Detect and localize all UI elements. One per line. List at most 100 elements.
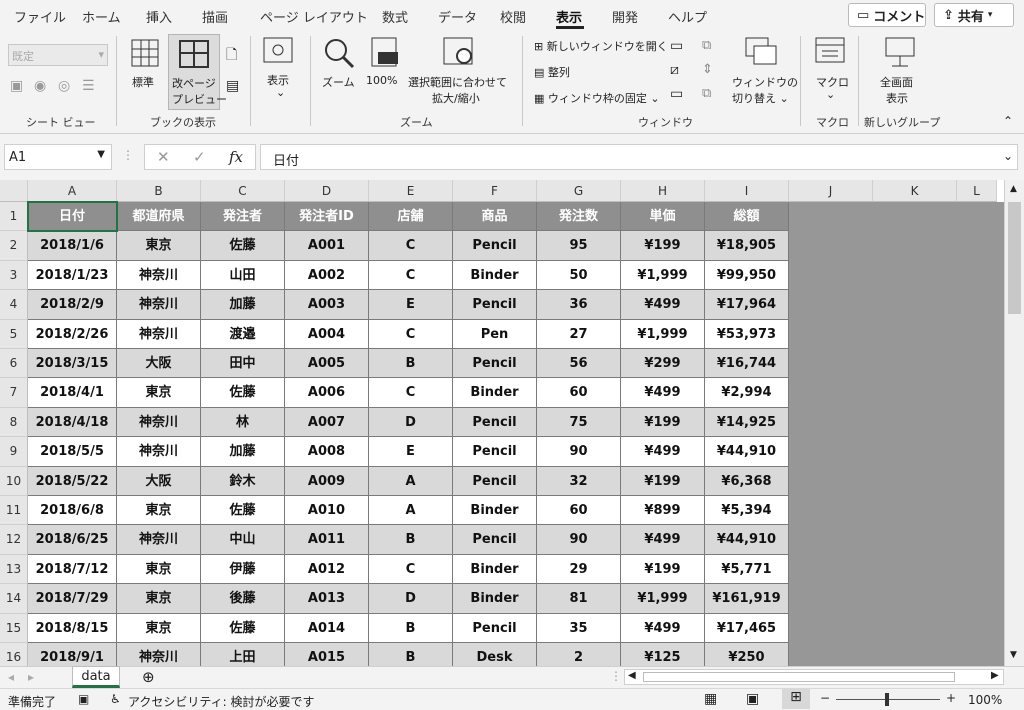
table-cell[interactable]: 渡邉 — [201, 319, 285, 349]
table-cell[interactable]: 神奈川 — [117, 437, 201, 467]
share-button[interactable]: ⇪ 共有 ▾ — [934, 3, 1014, 27]
row-header-3[interactable]: 3 — [0, 260, 28, 291]
zoom-level[interactable]: 100% — [968, 693, 1002, 707]
column-header-A[interactable]: A — [28, 180, 117, 202]
save-view-icon[interactable]: ▣ — [10, 78, 23, 94]
tab-home[interactable]: ホーム — [82, 7, 121, 26]
zoom-100-button[interactable] — [370, 36, 402, 70]
table-cell[interactable]: Pencil — [453, 466, 537, 496]
table-cell[interactable]: 中山 — [201, 525, 285, 555]
table-cell[interactable]: 2018/2/9 — [28, 290, 117, 320]
table-cell[interactable]: ¥44,910 — [705, 525, 789, 555]
zoom-icon[interactable] — [322, 36, 356, 70]
table-cell[interactable]: ¥17,465 — [705, 613, 789, 643]
table-cell[interactable]: 加藤 — [201, 437, 285, 467]
table-cell[interactable]: 2018/5/22 — [28, 466, 117, 496]
sheet-view-dropdown[interactable]: 既定 ▾ — [8, 44, 108, 66]
row-header-11[interactable]: 11 — [0, 496, 28, 526]
row-header-8[interactable]: 8 — [0, 407, 28, 438]
table-cell[interactable]: Binder — [453, 378, 537, 408]
table-header-cell[interactable]: 発注者ID — [285, 202, 369, 232]
table-cell[interactable]: Pencil — [453, 613, 537, 643]
table-cell[interactable]: ¥199 — [621, 466, 705, 496]
table-cell[interactable]: Pencil — [453, 349, 537, 379]
column-header-G[interactable]: G — [537, 180, 621, 202]
table-cell[interactable]: 神奈川 — [117, 260, 201, 291]
table-cell[interactable]: ¥125 — [621, 643, 705, 666]
table-cell[interactable]: A013 — [285, 584, 369, 614]
table-cell[interactable]: 2 — [537, 643, 621, 666]
table-cell[interactable]: 90 — [537, 437, 621, 467]
table-cell[interactable]: E — [369, 290, 453, 320]
table-cell[interactable]: 27 — [537, 319, 621, 349]
worksheet-grid[interactable]: ABCDEFGHIJKL 1 2 3 4 5 6 7 8 9 10 11 12 13 14 15 16 日付都… — [0, 180, 1004, 666]
collapse-ribbon-icon[interactable]: ⌃ — [1003, 114, 1013, 128]
table-cell[interactable]: Binder — [453, 554, 537, 585]
scroll-up-icon[interactable]: ▲ — [1010, 184, 1017, 194]
table-cell[interactable]: A009 — [285, 466, 369, 496]
vertical-scroll-thumb[interactable] — [1008, 202, 1021, 314]
table-cell[interactable]: C — [369, 378, 453, 408]
row-header-5[interactable]: 5 — [0, 319, 28, 349]
table-cell[interactable]: 35 — [537, 613, 621, 643]
sheet-tab-data[interactable]: data — [72, 666, 120, 688]
table-cell[interactable]: 佐藤 — [201, 378, 285, 408]
table-cell[interactable]: A006 — [285, 378, 369, 408]
zoom-out-icon[interactable]: − — [820, 691, 830, 705]
row-header-15[interactable]: 15 — [0, 613, 28, 643]
column-header-E[interactable]: E — [369, 180, 453, 202]
table-cell[interactable]: ¥1,999 — [621, 584, 705, 614]
view-side-by-side-icon[interactable]: ⧉ — [702, 38, 711, 53]
table-cell[interactable]: 75 — [537, 407, 621, 438]
row-header-16[interactable]: 16 — [0, 643, 28, 666]
table-cell[interactable]: ¥499 — [621, 290, 705, 320]
table-cell[interactable]: D — [369, 407, 453, 438]
table-cell[interactable]: Binder — [453, 584, 537, 614]
row-header-4[interactable]: 4 — [0, 290, 28, 320]
formula-input[interactable]: 日付 ⌄ — [260, 144, 1018, 170]
table-cell[interactable]: 神奈川 — [117, 290, 201, 320]
table-cell[interactable]: 東京 — [117, 378, 201, 408]
tab-insert[interactable]: 挿入 — [146, 7, 172, 26]
table-cell[interactable]: ¥99,950 — [705, 260, 789, 291]
column-header-C[interactable]: C — [201, 180, 285, 202]
table-cell[interactable]: ¥14,925 — [705, 407, 789, 438]
exit-view-icon[interactable]: ◉ — [34, 78, 46, 94]
table-cell[interactable]: 東京 — [117, 554, 201, 585]
zoom-slider-thumb[interactable] — [885, 693, 889, 706]
table-cell[interactable]: ¥199 — [621, 231, 705, 261]
table-cell[interactable]: B — [369, 525, 453, 555]
table-cell[interactable]: 2018/8/15 — [28, 613, 117, 643]
table-cell[interactable]: 鈴木 — [201, 466, 285, 496]
table-cell[interactable]: A012 — [285, 554, 369, 585]
table-cell[interactable]: 2018/2/26 — [28, 319, 117, 349]
table-cell[interactable]: Binder — [453, 496, 537, 526]
table-cell[interactable]: 佐藤 — [201, 496, 285, 526]
zoom-to-selection-icon[interactable] — [442, 36, 478, 70]
prev-sheet-icon[interactable]: ◂ — [8, 670, 14, 684]
table-cell[interactable]: 大阪 — [117, 349, 201, 379]
table-cell[interactable]: B — [369, 613, 453, 643]
reset-window-icon[interactable]: ⧉ — [702, 86, 711, 101]
tab-file[interactable]: ファイル — [14, 7, 66, 26]
name-box[interactable]: A1 ▼ — [4, 144, 112, 170]
table-cell[interactable]: 上田 — [201, 643, 285, 666]
split-icon[interactable]: ▭ — [670, 38, 683, 54]
macro-record-icon[interactable]: ▣ — [78, 692, 89, 706]
table-cell[interactable]: 2018/4/18 — [28, 407, 117, 438]
table-header-cell[interactable]: 日付 — [28, 202, 117, 232]
table-cell[interactable]: ¥6,368 — [705, 466, 789, 496]
column-header-I[interactable]: I — [705, 180, 789, 202]
expand-formula-icon[interactable]: ⌄ — [1003, 149, 1013, 163]
scroll-left-icon[interactable]: ◀ — [628, 670, 636, 681]
table-cell[interactable]: 大阪 — [117, 466, 201, 496]
table-cell[interactable]: 2018/6/8 — [28, 496, 117, 526]
table-cell[interactable]: 81 — [537, 584, 621, 614]
table-cell[interactable]: ¥199 — [621, 554, 705, 585]
row-header-12[interactable]: 12 — [0, 525, 28, 555]
table-cell[interactable]: 2018/5/5 — [28, 437, 117, 467]
show-button[interactable] — [262, 36, 296, 66]
table-cell[interactable]: ¥5,771 — [705, 554, 789, 585]
table-cell[interactable]: A004 — [285, 319, 369, 349]
table-cell[interactable]: ¥17,964 — [705, 290, 789, 320]
